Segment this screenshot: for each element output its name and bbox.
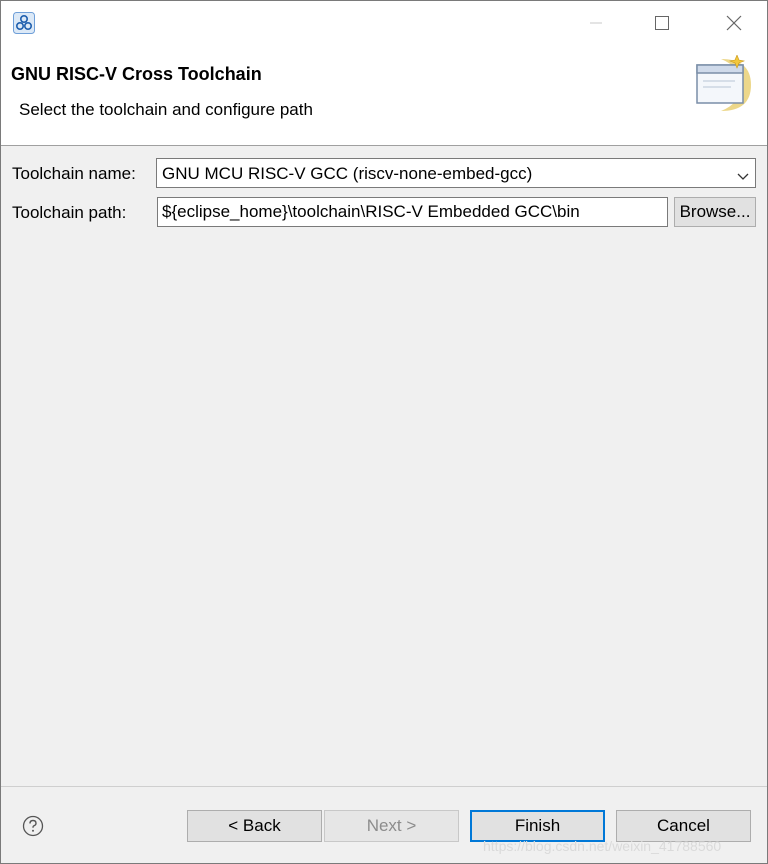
chevron-down-icon (737, 168, 749, 186)
back-button[interactable]: < Back (187, 810, 322, 842)
help-icon[interactable] (22, 815, 44, 837)
next-button[interactable]: Next > (324, 810, 459, 842)
page-title: GNU RISC-V Cross Toolchain (11, 64, 262, 84)
toolchain-name-dropdown[interactable]: GNU MCU RISC-V GCC (riscv-none-embed-gcc… (156, 158, 756, 188)
close-icon[interactable] (711, 1, 757, 45)
toolchain-name-label: Toolchain name: (12, 164, 136, 183)
browse-button[interactable]: Browse... (674, 197, 756, 227)
wizard-content: Toolchain name: GNU MCU RISC-V GCC (risc… (1, 146, 767, 786)
toolchain-path-label: Toolchain path: (12, 203, 127, 222)
wizard-banner-icon (689, 54, 767, 120)
eclipse-app-icon (13, 12, 35, 34)
minimize-icon[interactable] (573, 1, 619, 45)
page-description: Select the toolchain and configure path (19, 100, 313, 119)
maximize-icon[interactable] (639, 1, 685, 45)
watermark-text: https://blog.csdn.net/weixin_41788560 (483, 838, 722, 854)
title-bar (1, 1, 767, 45)
wizard-dialog: GNU RISC-V Cross Toolchain Select the to… (0, 0, 768, 864)
toolchain-path-input[interactable] (157, 197, 668, 227)
toolchain-name-value: GNU MCU RISC-V GCC (riscv-none-embed-gcc… (162, 164, 533, 183)
wizard-footer: < Back Next > Finish Cancel https://blog… (1, 786, 767, 863)
wizard-header: GNU RISC-V Cross Toolchain Select the to… (1, 45, 767, 146)
